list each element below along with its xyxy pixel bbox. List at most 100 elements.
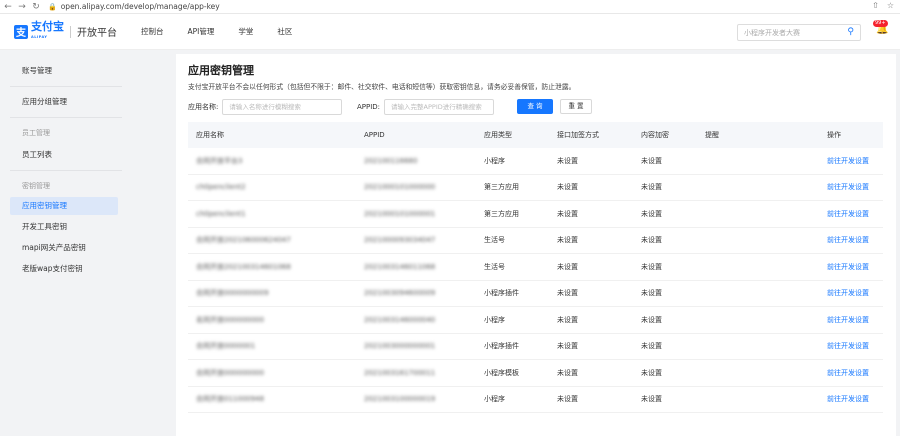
cell-app-name: 合同开放平台3: [196, 156, 243, 165]
table-row: 合同开放202100314601068 2021003146011068 生活号…: [188, 254, 883, 281]
cell-sign-method: 未设置: [557, 368, 578, 377]
cell-appid: 2021000101000000: [364, 183, 436, 192]
cell-app-type: 生活号: [484, 236, 505, 245]
cell-encryption: 未设置: [641, 183, 662, 192]
nav-api-manage[interactable]: API管理: [188, 26, 215, 37]
app-name-input[interactable]: 请输入名称进行模糊搜索: [222, 98, 343, 115]
cell-app-type: 小程序模板: [484, 368, 519, 377]
cell-app-name: ch0penclient2: [196, 183, 246, 192]
header-search-input[interactable]: 小程序开发者大赛 ⚲: [737, 24, 861, 41]
cell-app-type: 小程序: [484, 156, 505, 165]
cell-sign-method: 未设置: [557, 262, 578, 271]
alipay-logo[interactable]: 支 支付宝 ALIPAY 开放平台: [14, 19, 117, 42]
reset-button[interactable]: 重 置: [560, 99, 592, 114]
sidebar-group-staff: 员工管理: [22, 129, 50, 137]
nav-community[interactable]: 社区: [277, 26, 292, 37]
security-notice: 支付宝开放平台不会以任何形式（包括但不限于：邮件、社交软件、电话和短信等）获取密…: [188, 83, 576, 91]
cell-sign-method: 未设置: [557, 209, 578, 218]
cell-app-type: 第三方应用: [484, 183, 519, 192]
sidebar-item-app-keys[interactable]: 应用密钥管理: [10, 197, 118, 215]
main-panel: 应用密钥管理 支付宝开放平台不会以任何形式（包括但不限于：邮件、社交软件、电话和…: [176, 54, 896, 436]
table-row: 合同开放000000000 2021003161700011 小程序模板 未设置…: [188, 360, 883, 387]
search-button[interactable]: 查 询: [517, 99, 553, 114]
col-reminder: 提醒: [705, 131, 719, 139]
table-row: ch0penclient2 2021000101000000 第三方应用 未设置…: [188, 175, 883, 201]
sidebar: 账号管理 应用分组管理 员工管理 员工列表 密钥管理 应用密钥管理 开发工具密钥…: [10, 58, 130, 436]
notification-badge: 99+: [873, 20, 888, 27]
back-icon[interactable]: ←: [2, 1, 14, 13]
dev-settings-link[interactable]: 前往开发设置: [827, 156, 881, 166]
dev-settings-link[interactable]: 前往开发设置: [827, 341, 881, 351]
cell-app-name: 合同开放202100314601068: [196, 262, 291, 271]
col-appid: APPID: [364, 131, 385, 139]
cell-encryption: 未设置: [641, 368, 662, 377]
dev-settings-link[interactable]: 前往开发设置: [827, 368, 881, 378]
cell-app-type: 小程序: [484, 315, 505, 324]
cell-appid: 2021000101000001: [364, 209, 436, 218]
top-nav: 控制台 API管理 学堂 社区: [141, 26, 316, 37]
nav-console[interactable]: 控制台: [141, 26, 164, 37]
cell-encryption: 未设置: [641, 262, 662, 271]
table-row: ch0penclient1 2021000101000001 第三方应用 未设置…: [188, 201, 883, 228]
dev-settings-link[interactable]: 前往开发设置: [827, 394, 881, 404]
cell-encryption: 未设置: [641, 209, 662, 218]
cell-app-name: 合同开放011000948: [196, 395, 265, 404]
browser-toolbar: ← → ↻ 🔒 open.alipay.com/develop/manage/a…: [0, 0, 900, 14]
cell-app-name: 名同开放000000000: [196, 315, 265, 324]
cell-encryption: 未设置: [641, 236, 662, 245]
search-placeholder: 小程序开发者大赛: [744, 28, 800, 37]
lock-icon: 🔒: [48, 2, 57, 11]
address-bar[interactable]: open.alipay.com/develop/manage/app-key: [61, 2, 220, 11]
platform-name: 开放平台: [77, 28, 117, 39]
nav-academy[interactable]: 学堂: [238, 26, 253, 37]
cell-appid: 2021003146011068: [364, 262, 436, 271]
dev-settings-link[interactable]: 前往开发设置: [827, 182, 881, 192]
col-action: 操作: [827, 131, 841, 139]
cell-appid: 202100116680: [364, 156, 418, 165]
dev-settings-link[interactable]: 前往开发设置: [827, 209, 881, 219]
reload-icon[interactable]: ↻: [30, 1, 42, 13]
table-row: 合同开放011000948 2021003100000019 小程序 未设置 未…: [188, 387, 883, 413]
sidebar-item-account[interactable]: 账号管理: [10, 62, 118, 80]
search-icon[interactable]: ⚲: [847, 27, 854, 37]
table-row: 合同开放平台3 202100116680 小程序 未设置 未设置 前往开发设置: [188, 148, 883, 175]
table-row: 名同开放000000000 2021003146000040 小程序 未设置 未…: [188, 307, 883, 334]
sidebar-group-keys: 密钥管理: [22, 182, 50, 190]
sidebar-divider: [10, 170, 122, 171]
forward-icon[interactable]: →: [16, 1, 28, 13]
share-icon[interactable]: ⇧: [872, 1, 879, 10]
sidebar-item-app-group[interactable]: 应用分组管理: [10, 93, 118, 111]
col-sign-method: 接口加签方式: [557, 131, 599, 139]
cell-appid: 2021003146000040: [364, 315, 436, 324]
sidebar-divider: [10, 117, 122, 118]
cell-appid: 2021003161700011: [364, 368, 436, 377]
dev-settings-link[interactable]: 前往开发设置: [827, 288, 881, 298]
table-row: 合同开放0000000009 2021003094600009 小程序插件 未设…: [188, 281, 883, 307]
cell-app-name: 合同开放000000000: [196, 368, 265, 377]
cell-encryption: 未设置: [641, 315, 662, 324]
dev-settings-link[interactable]: 前往开发设置: [827, 235, 881, 245]
bookmark-star-icon[interactable]: ☆: [887, 1, 894, 10]
app-name-filter: 应用名称: 请输入名称进行模糊搜索: [188, 98, 343, 115]
sidebar-item-mapi-keys[interactable]: mapi网关产品密钥: [10, 239, 118, 257]
cell-sign-method: 未设置: [557, 236, 578, 245]
sidebar-item-wap-pay-keys[interactable]: 老版wap支付密钥: [10, 260, 118, 278]
cell-encryption: 未设置: [641, 342, 662, 351]
page-title: 应用密钥管理: [188, 64, 254, 77]
dev-settings-link[interactable]: 前往开发设置: [827, 262, 881, 272]
cell-app-type: 第三方应用: [484, 209, 519, 218]
sidebar-item-dev-tool-keys[interactable]: 开发工具密钥: [10, 218, 118, 236]
sidebar-item-staff-list[interactable]: 员工列表: [10, 146, 118, 164]
logo-text: 支付宝: [31, 19, 64, 33]
logo-sub: ALIPAY: [31, 34, 48, 39]
cell-encryption: 未设置: [641, 289, 662, 298]
dev-settings-link[interactable]: 前往开发设置: [827, 315, 881, 325]
app-name-label: 应用名称:: [188, 102, 219, 111]
cell-app-name: ch0penclient1: [196, 209, 246, 218]
cell-app-name: 合同开放0000001: [196, 342, 256, 351]
appid-input[interactable]: 请输入完整APPID进行精确搜索: [384, 98, 495, 115]
cell-sign-method: 未设置: [557, 289, 578, 298]
col-encryption: 内容加密: [641, 131, 669, 139]
cell-app-type: 小程序插件: [484, 342, 519, 351]
cell-app-type: 小程序: [484, 395, 505, 404]
